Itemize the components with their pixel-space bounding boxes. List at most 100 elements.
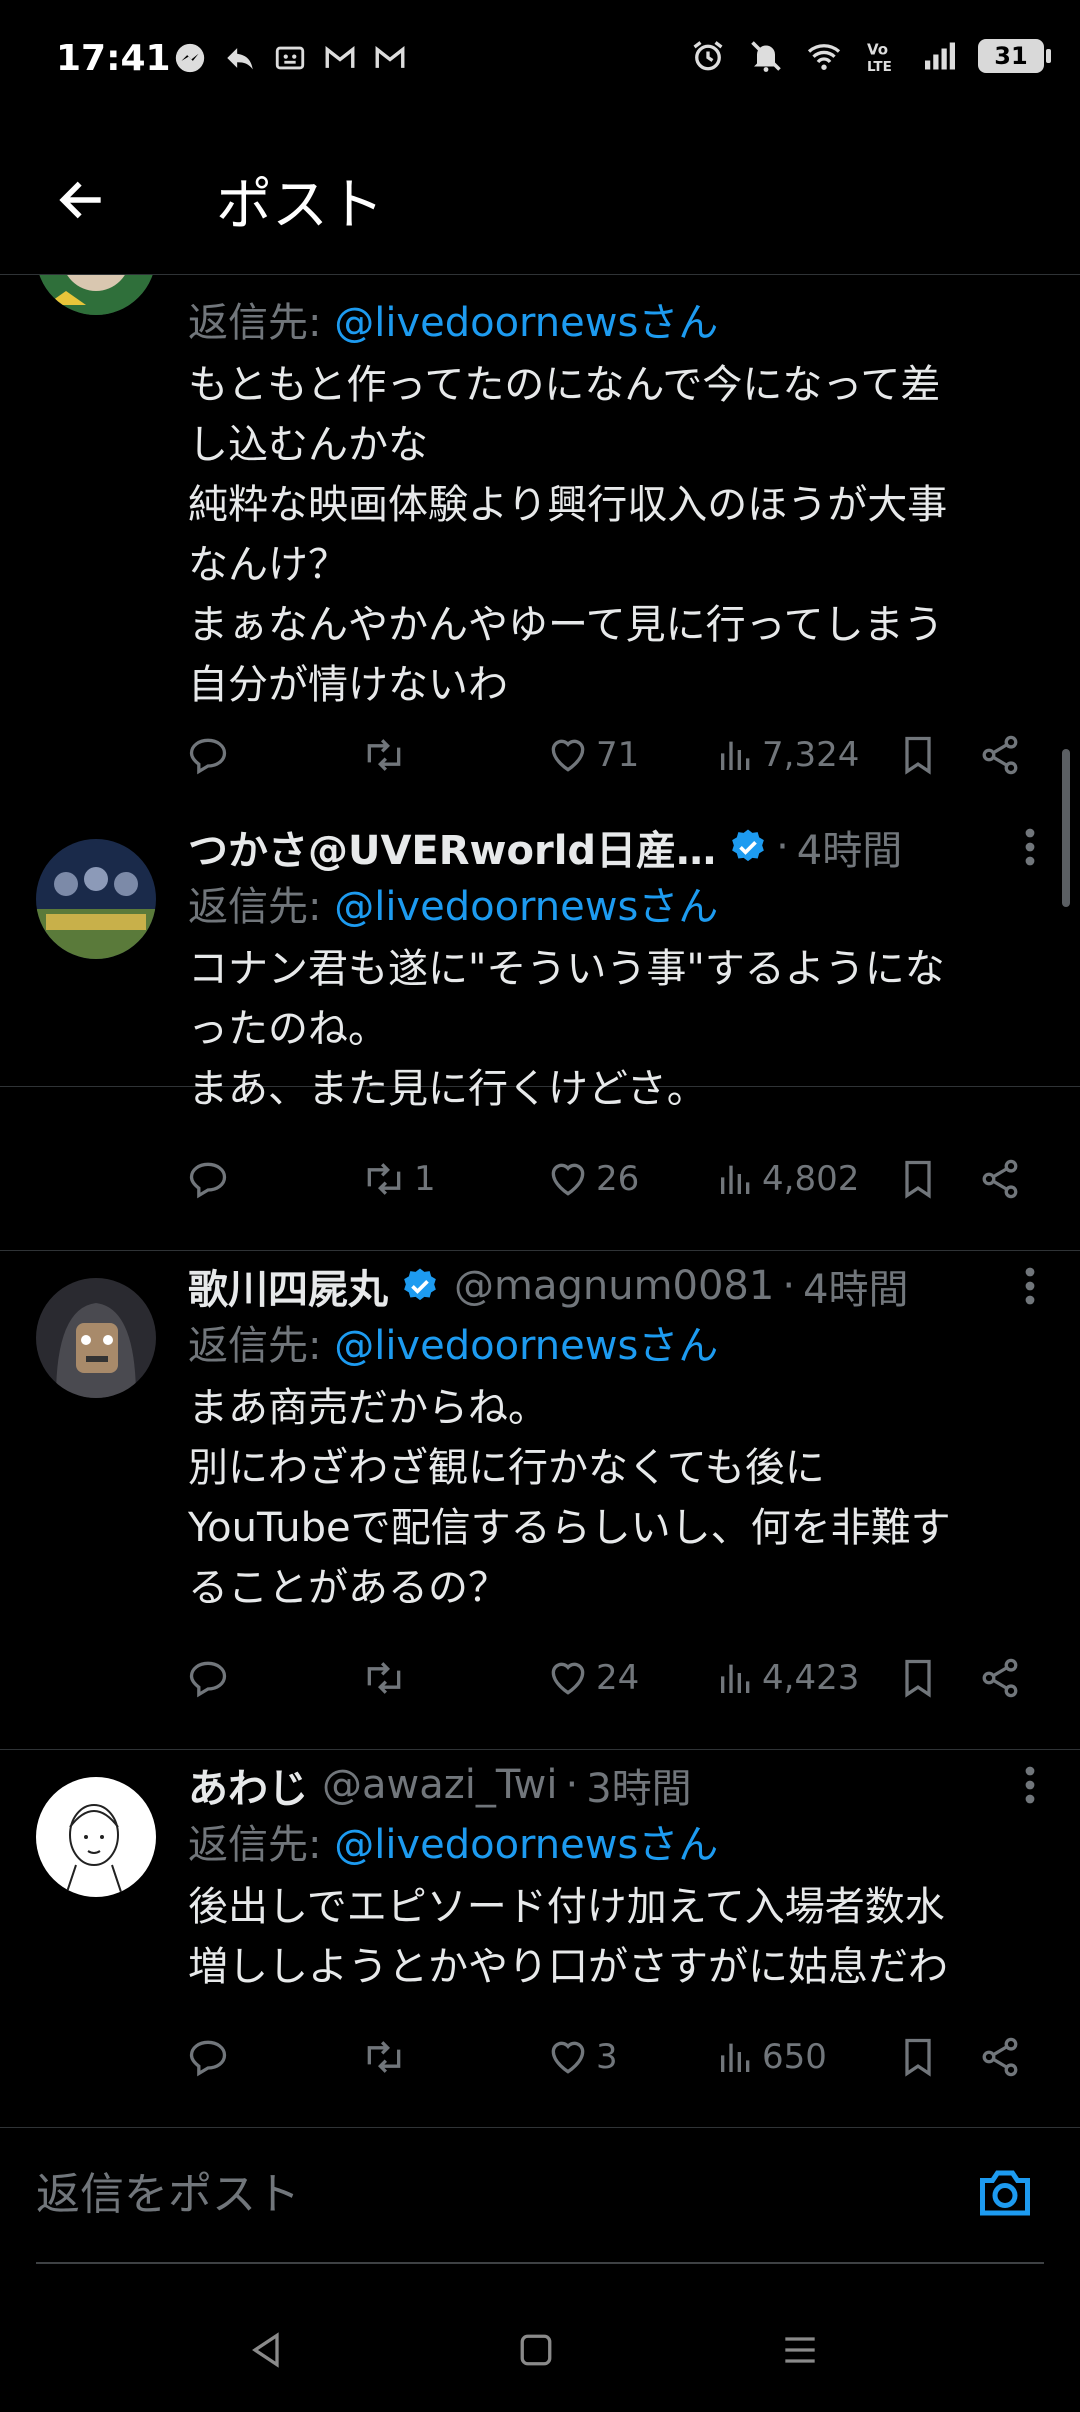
- share-button[interactable]: [978, 725, 1022, 785]
- retweet-button[interactable]: [360, 725, 414, 785]
- menu-lines-icon: [785, 2337, 815, 2363]
- avatar[interactable]: [36, 1777, 156, 1897]
- camera-icon: [980, 2170, 1030, 2216]
- square-home-icon: [520, 2334, 552, 2366]
- retweet-button[interactable]: [360, 1648, 414, 1708]
- more-vertical-icon: [1025, 828, 1035, 866]
- avatar[interactable]: [36, 839, 156, 959]
- reply-bubble-icon: [189, 1162, 227, 1199]
- status-time: 17:41: [56, 38, 171, 79]
- back-button[interactable]: [46, 164, 118, 236]
- timestamp[interactable]: 4時間: [797, 818, 902, 876]
- retweet-button[interactable]: 1: [360, 1149, 436, 1209]
- nav-menu-button[interactable]: [760, 2310, 840, 2390]
- verified-badge-icon: [404, 1268, 436, 1301]
- volte-icon: Vo LTE: [862, 36, 902, 76]
- gmail-icon: [320, 38, 360, 78]
- display-name[interactable]: つかさ@UVERworld日産…: [188, 818, 716, 876]
- share-button[interactable]: [978, 1149, 1022, 1209]
- views-button[interactable]: 4,423: [716, 1648, 859, 1708]
- nav-home-button[interactable]: [496, 2310, 576, 2390]
- more-options-button[interactable]: [1010, 1262, 1050, 1310]
- scrollbar-thumb[interactable]: [1062, 749, 1070, 907]
- share-icon: [982, 735, 1018, 775]
- bookmark-button[interactable]: [896, 1648, 940, 1708]
- tweet[interactable]: あわじ @awazi_Twi · 3時間 返信先: @livedoornewsさ…: [0, 1749, 1080, 2128]
- app-icon: [270, 38, 310, 78]
- reply-to-link[interactable]: @livedoornewsさん: [334, 884, 718, 930]
- reply-button[interactable]: [186, 725, 236, 785]
- reply-to-link[interactable]: @livedoornewsさん: [334, 1822, 718, 1868]
- display-name[interactable]: あわじ: [188, 1756, 308, 1814]
- alarm-icon: [688, 36, 728, 76]
- reply-button[interactable]: [186, 1149, 236, 1209]
- share-icon: [982, 2037, 1018, 2077]
- tweet-line: し込むんかな: [188, 422, 428, 468]
- views-button[interactable]: 650: [716, 2027, 827, 2087]
- reply-to-prefix: 返信先:: [188, 1822, 335, 1868]
- timestamp[interactable]: 3時間: [586, 1756, 691, 1814]
- reply-to-link[interactable]: @livedoornewsさん: [334, 1323, 718, 1369]
- tweet-line: コナン君も遂に"そういう事"するようにな: [188, 946, 945, 992]
- views-button[interactable]: 7,324: [716, 725, 859, 785]
- tweet[interactable]: 歌川四屍丸 @magnum0081 · 4時間 返信先: @livedoorne…: [0, 1250, 1080, 1750]
- bookmark-button[interactable]: [896, 1149, 940, 1209]
- view-count: 4,802: [762, 1159, 860, 1199]
- avatar[interactable]: [36, 275, 156, 315]
- retweet-icon: [367, 739, 401, 771]
- analytics-icon: [721, 1165, 750, 1194]
- reply-to-prefix: 返信先:: [188, 884, 335, 930]
- like-button[interactable]: 24: [546, 1648, 639, 1708]
- avatar[interactable]: [36, 1278, 156, 1398]
- retweet-button[interactable]: [360, 2027, 414, 2087]
- reply-compose-bar: 返信をポスト: [0, 2128, 1080, 2276]
- more-options-button[interactable]: [1010, 823, 1050, 871]
- separator-dot: ·: [565, 1762, 579, 1808]
- verified-badge-icon: [732, 829, 764, 862]
- reply-feed[interactable]: 返信先: @livedoornewsさん もともと作ってたのになんで今になって差…: [0, 275, 1080, 2128]
- reply-button[interactable]: [186, 2027, 236, 2087]
- status-bar: 17:41 Vo LTE 31: [0, 0, 1080, 126]
- reply-to-prefix: 返信先:: [188, 300, 335, 346]
- user-handle[interactable]: @magnum0081: [454, 1263, 774, 1309]
- reply-input[interactable]: 返信をポスト: [36, 2128, 1044, 2264]
- tweet[interactable]: つかさ@UVERworld日産… · 4時間 返信先: @livedoornew…: [0, 811, 1080, 1251]
- bookmark-icon: [905, 1659, 931, 1698]
- user-handle[interactable]: @awazi_Twi: [322, 1762, 558, 1808]
- like-button[interactable]: 71: [546, 725, 639, 785]
- tweet-line: ったのね。: [188, 1006, 388, 1052]
- share-icon: [982, 1159, 1018, 1199]
- view-count: 4,423: [762, 1658, 860, 1698]
- tweet-line: 自分が情けないわ: [188, 662, 508, 708]
- reply-to-link[interactable]: @livedoornewsさん: [334, 300, 718, 346]
- bookmark-button[interactable]: [896, 725, 940, 785]
- view-count: 7,324: [762, 735, 860, 775]
- nav-back-button[interactable]: [226, 2310, 306, 2390]
- camera-button[interactable]: [970, 2158, 1040, 2228]
- tweet-line: 増ししようとかやり口がさすがに姑息だわ: [188, 1944, 948, 1990]
- display-name[interactable]: 歌川四屍丸: [188, 1257, 388, 1315]
- views-button[interactable]: 4,802: [716, 1149, 859, 1209]
- like-button[interactable]: 3: [546, 2027, 618, 2087]
- bookmark-icon: [905, 736, 931, 775]
- analytics-icon: [721, 741, 750, 770]
- like-count: 26: [596, 1159, 640, 1199]
- bookmark-button[interactable]: [896, 2027, 940, 2087]
- share-button[interactable]: [978, 2027, 1022, 2087]
- retweet-icon: [367, 1163, 401, 1195]
- tweet-line: もともと作ってたのになんで今になって差: [188, 362, 941, 408]
- share-button[interactable]: [978, 1648, 1022, 1708]
- page-title: ポスト: [216, 173, 384, 238]
- system-icons: Vo LTE 31: [688, 36, 1051, 76]
- svg-text:Vo: Vo: [867, 41, 888, 59]
- triangle-back-icon: [252, 2332, 279, 2368]
- reply-to-line: 返信先: @livedoornewsさん: [188, 1313, 718, 1371]
- timestamp[interactable]: 4時間: [803, 1257, 908, 1315]
- more-options-button[interactable]: [1010, 1761, 1050, 1809]
- tweet-line: まあ、また見に行くけどさ。: [188, 1066, 707, 1112]
- reply-to-prefix: 返信先:: [188, 1323, 335, 1369]
- like-button[interactable]: 26: [546, 1149, 639, 1209]
- reply-button[interactable]: [186, 1648, 236, 1708]
- tweet-header: つかさ@UVERworld日産… · 4時間: [188, 819, 1050, 875]
- analytics-icon: [721, 2043, 750, 2072]
